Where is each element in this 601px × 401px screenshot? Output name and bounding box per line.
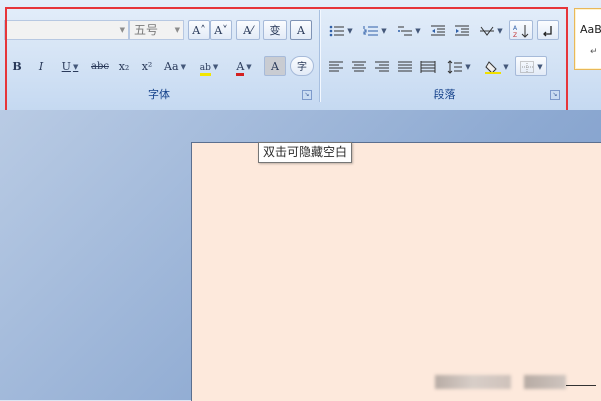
chevron-down-icon[interactable]: ▼ — [181, 63, 186, 71]
chevron-down-icon[interactable]: ▼ — [465, 63, 470, 71]
font-group-label: 字体 — [148, 88, 170, 101]
chevron-down-icon[interactable]: ▼ — [246, 63, 251, 71]
font-name-combo[interactable]: ▼ — [4, 20, 129, 40]
increase-indent-button[interactable] — [451, 20, 473, 40]
chinese-layout-icon — [480, 26, 495, 36]
decrease-indent-button[interactable] — [427, 20, 449, 40]
justify-button[interactable] — [394, 56, 416, 76]
sort-icon: AZ — [513, 25, 529, 38]
line-spacing-button[interactable]: ▼ — [443, 56, 475, 76]
tooltip: 双击可隐藏空白 — [258, 142, 353, 163]
ribbon: ▼ 五号 ▼ A˄ A˅ A⁄ 变 A B I U ▼ abc x₂ x² Aa ▼… — [0, 0, 601, 111]
align-left-button[interactable] — [325, 56, 347, 76]
superscript-button[interactable]: x² — [136, 56, 158, 76]
chinese-layout-button[interactable]: ▼ — [475, 20, 507, 40]
font-group: ▼ 五号 ▼ A˄ A˅ A⁄ 变 A B I U ▼ abc x₂ x² Aa ▼… — [0, 6, 318, 106]
chevron-down-icon[interactable]: ▼ — [73, 63, 78, 71]
font-size-combo[interactable]: 五号 ▼ — [129, 20, 184, 40]
borders-icon — [520, 61, 535, 73]
grow-font-button[interactable]: A˄ — [188, 20, 210, 40]
bold-button[interactable]: B — [6, 56, 28, 76]
dialog-launcher-icon[interactable]: ↘ — [550, 90, 560, 100]
phonetic-guide-button[interactable]: 变 — [263, 20, 287, 40]
paragraph-group-label: 段落 — [433, 88, 456, 101]
svg-text:A: A — [513, 25, 518, 32]
char-shading-button[interactable]: A — [264, 56, 286, 76]
line-spacing-icon — [447, 60, 463, 74]
show-marks-button[interactable] — [537, 20, 559, 40]
dialog-launcher-icon[interactable]: ↘ — [302, 90, 312, 100]
paragraph-mark-icon: ↵ — [590, 47, 598, 57]
shrink-font-button[interactable]: A˅ — [210, 20, 232, 40]
align-left-icon — [329, 61, 343, 72]
numbering-button[interactable]: ▼ — [359, 20, 391, 40]
enclose-char-button[interactable]: 字 — [290, 56, 314, 76]
paragraph-mark-icon — [543, 26, 552, 37]
numbering-icon — [363, 26, 379, 36]
paint-bucket-icon — [485, 61, 502, 74]
style-sample-text: AaB — [580, 23, 601, 36]
font-color-button[interactable]: A ▼ — [228, 56, 260, 76]
chevron-down-icon[interactable]: ▼ — [497, 27, 502, 35]
chevron-down-icon[interactable]: ▼ — [503, 63, 508, 71]
document-page[interactable] — [191, 142, 601, 401]
multilevel-list-icon — [398, 26, 413, 36]
group-divider — [319, 10, 320, 102]
highlight-color-button[interactable]: ab ▼ — [192, 56, 226, 76]
clear-format-button[interactable]: A⁄ — [236, 20, 260, 40]
chevron-down-icon[interactable]: ▼ — [213, 63, 218, 71]
text-underline — [566, 385, 596, 386]
align-center-button[interactable] — [348, 56, 370, 76]
multilevel-list-button[interactable]: ▼ — [393, 20, 425, 40]
chevron-down-icon[interactable]: ▼ — [120, 21, 125, 39]
paragraph-group: ▼ ▼ ▼ ▼ AZ ▼ ▼ ▼ 段落 ↘ — [323, 6, 566, 106]
chevron-down-icon[interactable]: ▼ — [381, 27, 386, 35]
shading-button[interactable]: ▼ — [481, 56, 513, 76]
char-border-button[interactable]: A — [290, 20, 312, 40]
sort-button[interactable]: AZ — [509, 20, 533, 40]
borders-button[interactable]: ▼ — [515, 56, 547, 76]
blurred-text — [524, 375, 566, 389]
strikethrough-button[interactable]: abc — [88, 56, 112, 76]
change-case-button[interactable]: Aa ▼ — [160, 56, 190, 76]
align-center-icon — [352, 61, 366, 72]
chevron-down-icon[interactable]: ▼ — [175, 21, 180, 39]
align-right-button[interactable] — [371, 56, 393, 76]
bullets-button[interactable]: ▼ — [325, 20, 357, 40]
justify-icon — [398, 61, 412, 72]
chevron-down-icon[interactable]: ▼ — [347, 27, 352, 35]
align-right-icon — [375, 61, 389, 72]
chevron-down-icon[interactable]: ▼ — [415, 27, 420, 35]
increase-indent-icon — [455, 25, 469, 36]
chevron-down-icon[interactable]: ▼ — [537, 63, 542, 71]
distributed-icon — [420, 61, 436, 73]
font-size-value: 五号 — [134, 23, 159, 37]
italic-button[interactable]: I — [30, 56, 52, 76]
svg-text:Z: Z — [513, 32, 517, 38]
bullets-icon — [329, 25, 345, 37]
subscript-button[interactable]: x₂ — [113, 56, 135, 76]
underline-button[interactable]: U ▼ — [54, 56, 86, 76]
decrease-indent-icon — [431, 25, 445, 36]
distributed-button[interactable] — [417, 56, 439, 76]
blurred-text — [435, 375, 511, 389]
styles-gallery[interactable]: AaB ↵ — [574, 8, 601, 70]
